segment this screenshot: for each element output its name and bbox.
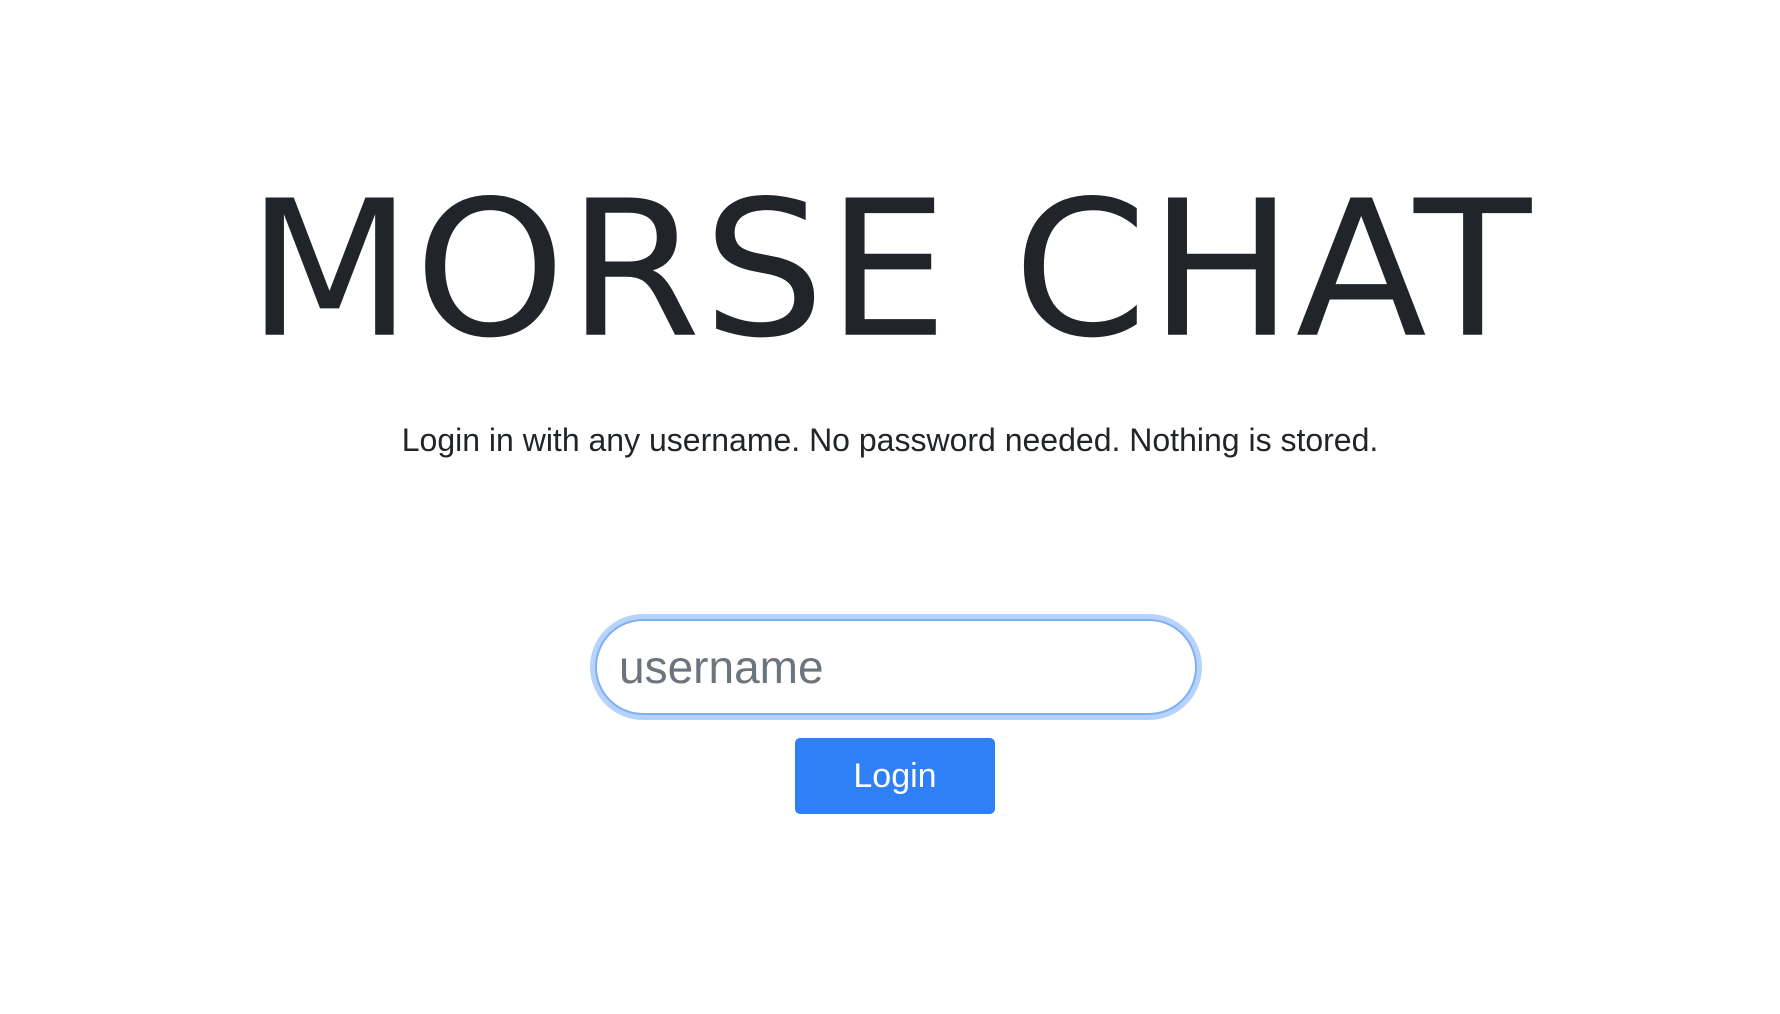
login-button[interactable]: Login [795, 738, 995, 814]
username-input[interactable] [595, 619, 1197, 715]
page-title: MORSE CHAT [246, 161, 1534, 380]
username-input-focus-ring [590, 614, 1202, 720]
page-subtitle: Login in with any username. No password … [401, 422, 1379, 458]
login-page: MORSE CHAT Login in with any username. N… [0, 0, 1780, 1014]
